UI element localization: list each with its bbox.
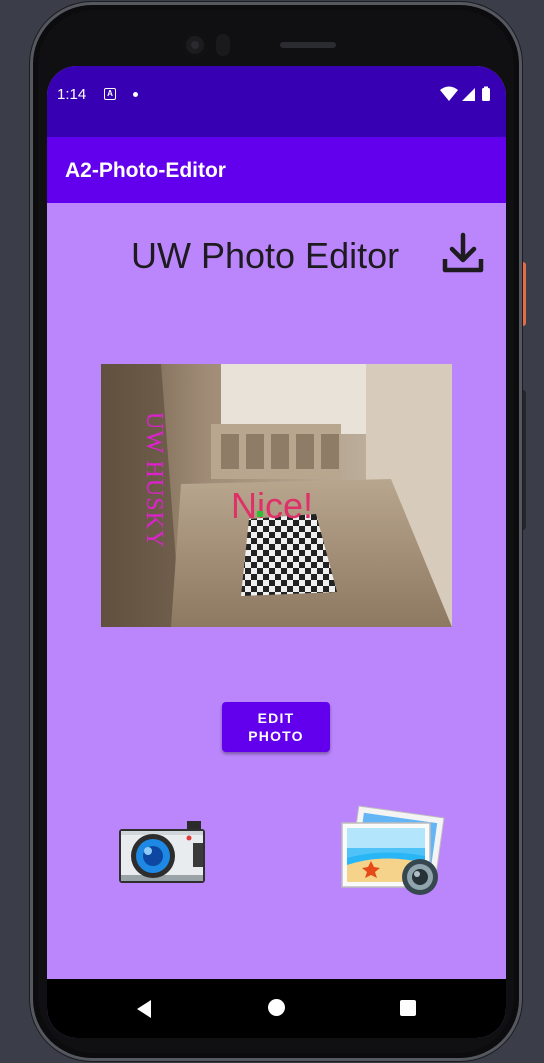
home-icon[interactable]	[268, 999, 285, 1016]
photo-vertical-text: UW HUSKY	[141, 412, 167, 548]
photo-image: UW HUSKY Nice!	[101, 364, 452, 627]
back-icon[interactable]	[135, 999, 153, 1019]
edit-button-label-line1: EDIT	[257, 710, 295, 726]
notification-dot-icon	[133, 92, 138, 97]
main-content: UW Photo Editor UW HUSKY Nice! EDIT PHOT…	[47, 203, 506, 979]
earpiece-speaker	[280, 42, 336, 48]
page-heading: UW Photo Editor	[131, 235, 400, 276]
camera-icon[interactable]	[117, 819, 207, 885]
app-bar: A2-Photo-Editor	[47, 137, 506, 203]
status-indicators	[440, 86, 490, 101]
edited-photo[interactable]: UW HUSKY Nice!	[101, 364, 452, 627]
proximity-sensor	[216, 34, 230, 56]
gallery-icon[interactable]	[332, 803, 450, 899]
app-title: A2-Photo-Editor	[65, 159, 226, 182]
battery-icon	[482, 88, 490, 101]
front-camera	[182, 32, 208, 58]
notification-a-icon: A	[104, 88, 116, 100]
edit-button-label-line2: PHOTO	[248, 728, 304, 744]
edit-photo-button[interactable]: EDIT PHOTO	[222, 702, 330, 752]
status-bar: 1:14 A	[47, 66, 506, 137]
wifi-icon	[440, 86, 458, 101]
photo-caption-text: Nice!	[231, 485, 313, 526]
status-time: 1:14	[57, 86, 87, 103]
download-icon[interactable]	[439, 229, 487, 277]
signal-icon	[462, 88, 475, 101]
device-screen: 1:14 A A2-Photo-Editor UW Photo Editor U…	[47, 66, 506, 1038]
system-nav-bar	[47, 979, 506, 1038]
recents-icon[interactable]	[400, 1000, 416, 1016]
